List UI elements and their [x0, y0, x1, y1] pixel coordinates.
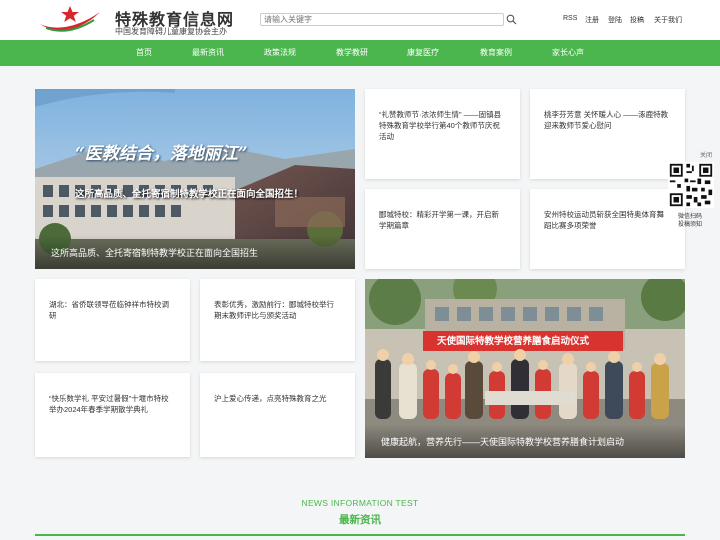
news-card[interactable]: 桃李芬芳意 关怀暖人心 ——涿鹿特教迎来教师节爱心慰问 — [530, 89, 685, 179]
nav-item-rehab[interactable]: 康复医疗 — [393, 40, 453, 66]
news-card[interactable]: 沪上爱心传递，点亮特殊教育之光 — [200, 373, 355, 457]
login-link[interactable]: 登陆 — [608, 15, 622, 25]
featured-caption[interactable]: 这所高品质、全托寄宿制特教学校正在面向全国招生 — [35, 235, 355, 269]
featured-news-card[interactable]: “医教结合，落地丽江” 这所高品质、全托寄宿制特教学校正在面向全国招生！ 这所高… — [35, 89, 355, 269]
nav-item-teaching[interactable]: 教学教研 — [322, 40, 382, 66]
photo-caption[interactable]: 健康起航，营养先行——天使国际特教学校营养膳食计划启动 — [365, 424, 685, 458]
section-divider — [35, 534, 685, 536]
nav-item-policy[interactable]: 政策法规 — [250, 40, 310, 66]
nav-item-latest-news[interactable]: 最新资讯 — [178, 40, 238, 66]
logo-icon[interactable] — [38, 4, 102, 36]
search-input[interactable] — [260, 13, 504, 26]
section-title: 最新资讯 — [339, 514, 381, 526]
search-icon[interactable] — [506, 14, 517, 25]
nav-item-cases[interactable]: 教育案例 — [466, 40, 526, 66]
submission-guide-link[interactable]: 投稿须知 — [678, 219, 702, 228]
news-card-title[interactable]: “快乐数学礼 平安过暑假”十堰市特校举办2024年春季学期散学典礼 — [49, 393, 176, 415]
photo-news-card[interactable]: 天使国际特教学校营养膳食启动仪式 健康起航，营养先行——天使国际特教学校营养膳食… — [365, 279, 685, 458]
featured-overlay-text: 这所高品质、全托寄宿制特教学校正在面向全国招生！ — [75, 189, 304, 200]
featured-banner-text: “医教结合，落地丽江” — [75, 144, 248, 164]
news-card-title[interactable]: 安州特校运动员斩获全国特奥体育舞蹈比赛多项荣誉 — [544, 209, 671, 231]
about-link[interactable]: 关于我们 — [654, 15, 682, 25]
news-card[interactable]: “礼赞教师节·浓浓师生情” ——固镇县特殊教育学校举行第40个教师节庆祝活动 — [365, 89, 520, 179]
site-header: 特殊教育信息网 中国发育障碍儿童康复协会主办 RSS 注册 登陆 投稿 关于我们 — [0, 0, 720, 40]
qr-widget: 关闭 微信扫码 投稿须知 — [665, 150, 720, 230]
news-card[interactable]: 表彰优秀，激励前行：郾城特校举行期末教师评比与颁奖活动 — [200, 279, 355, 361]
news-card[interactable]: 湖北：省侨联领导莅临钟祥市特校调研 — [35, 279, 190, 361]
main-nav: 首页 最新资讯 政策法规 教学教研 康复医疗 教育案例 家长心声 — [0, 40, 720, 66]
news-card-title[interactable]: “礼赞教师节·浓浓师生情” ——固镇县特殊教育学校举行第40个教师节庆祝活动 — [379, 109, 506, 142]
section-subtitle-en: NEWS INFORMATION TEST — [301, 498, 419, 508]
news-card-title[interactable]: 郾城特校：精彩开学第一课，开启新学期篇章 — [379, 209, 506, 231]
news-card-title[interactable]: 表彰优秀，激励前行：郾城特校举行期末教师评比与颁奖活动 — [214, 299, 341, 321]
submit-link[interactable]: 投稿 — [630, 15, 644, 25]
qr-code-icon — [668, 162, 714, 208]
news-card[interactable]: 郾城特校：精彩开学第一课，开启新学期篇章 — [365, 189, 520, 269]
news-card-title[interactable]: 沪上爱心传递，点亮特殊教育之光 — [214, 393, 341, 404]
rss-link[interactable]: RSS — [563, 15, 577, 22]
qr-close-button[interactable]: 关闭 — [700, 150, 712, 159]
nav-item-parents[interactable]: 家长心声 — [538, 40, 598, 66]
photo-banner-text: 天使国际特教学校营养膳食启动仪式 — [437, 336, 590, 347]
nav-item-home[interactable]: 首页 — [114, 40, 174, 66]
news-card[interactable]: 安州特校运动员斩获全国特奥体育舞蹈比赛多项荣誉 — [530, 189, 685, 269]
site-subtitle: 中国发育障碍儿童康复协会主办 — [115, 27, 227, 36]
register-link[interactable]: 注册 — [585, 15, 599, 25]
news-card[interactable]: “快乐数学礼 平安过暑假”十堰市特校举办2024年春季学期散学典礼 — [35, 373, 190, 457]
news-card-title[interactable]: 湖北：省侨联领导莅临钟祥市特校调研 — [49, 299, 176, 321]
news-card-title[interactable]: 桃李芬芳意 关怀暖人心 ——涿鹿特教迎来教师节爱心慰问 — [544, 109, 671, 131]
